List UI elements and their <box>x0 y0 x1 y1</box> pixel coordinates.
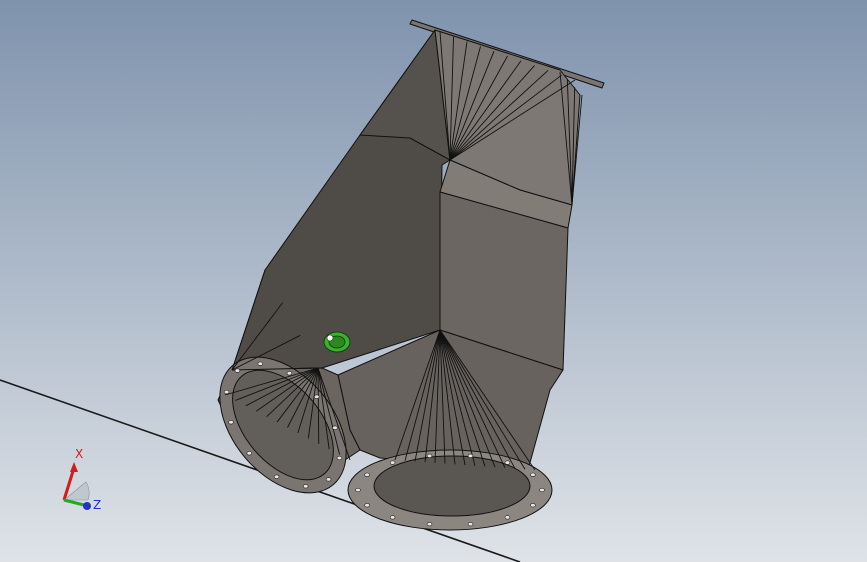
bolt-hole <box>539 487 545 493</box>
triad-x-label: X <box>75 447 83 461</box>
bolt-hole <box>364 503 370 508</box>
bolt-hole <box>355 487 361 493</box>
bolt-hole <box>286 371 293 376</box>
bolt-hole <box>504 515 511 520</box>
graphics-viewport[interactable]: X Z <box>0 0 867 562</box>
bolt-hole <box>257 361 263 366</box>
bolt-hole <box>504 460 511 465</box>
bolt-hole <box>389 515 396 520</box>
bolt-hole <box>314 394 320 399</box>
bolt-hole <box>364 472 370 477</box>
bolt-hole <box>228 420 234 425</box>
bolt-hole <box>530 503 536 508</box>
bolt-hole <box>273 474 280 479</box>
bolt-hole <box>389 460 396 465</box>
bolt-hole <box>426 521 433 527</box>
bolt-hole <box>223 389 230 395</box>
bolt-hole <box>336 455 343 461</box>
bolt-hole <box>325 477 332 482</box>
bolt-hole <box>467 453 474 459</box>
sensor-fitting[interactable] <box>323 331 351 353</box>
triad-z-label: Z <box>93 498 101 512</box>
bolt-hole <box>332 425 338 430</box>
bottom-outlet-opening <box>373 455 531 517</box>
bolt-hole <box>467 521 474 527</box>
bolt-hole <box>426 453 433 459</box>
model-scene[interactable]: X Z <box>0 0 867 562</box>
triad-z-dot <box>83 502 91 510</box>
bolt-hole <box>234 368 241 373</box>
bolt-hole <box>530 472 536 477</box>
bolt-hole <box>246 451 253 456</box>
bolt-hole <box>303 484 309 489</box>
